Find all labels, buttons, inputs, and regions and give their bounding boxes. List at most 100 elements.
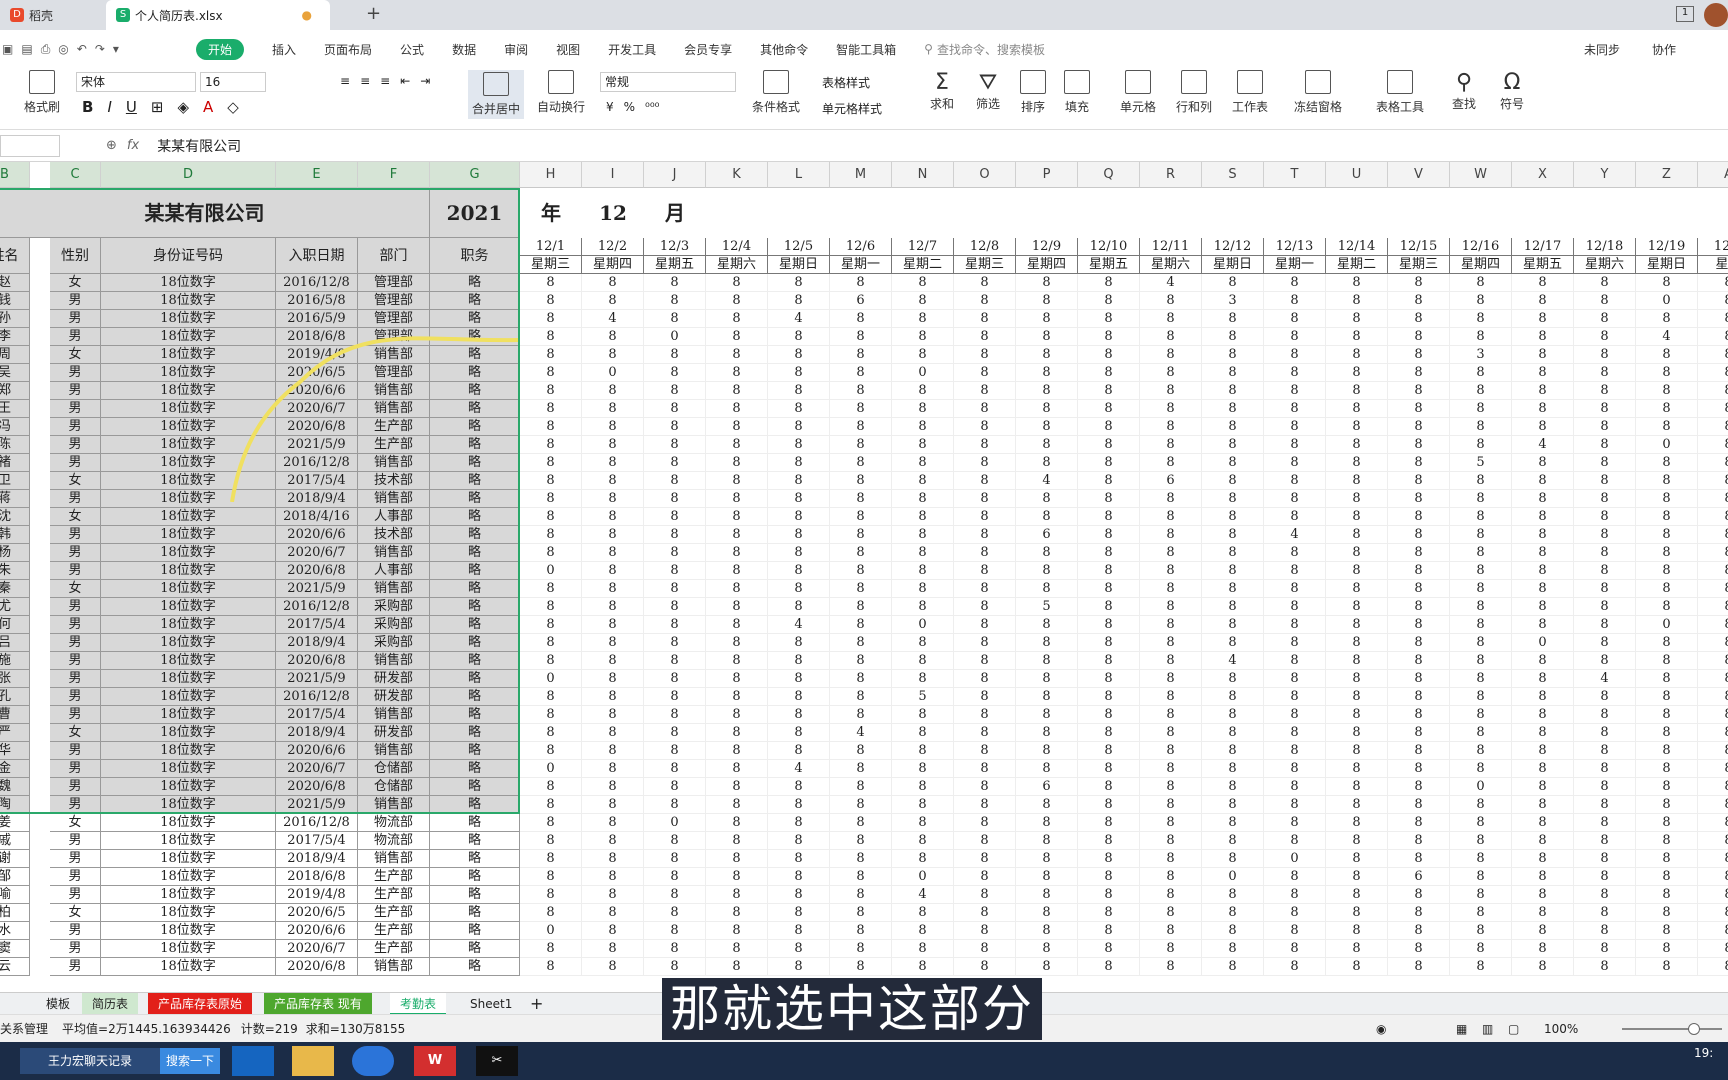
hour-cell[interactable]: 8 (1636, 742, 1698, 760)
hour-cell[interactable]: 8 (954, 796, 1016, 814)
hour-cell[interactable]: 8 (1698, 724, 1728, 742)
table-cell[interactable]: 2016/12/8 (276, 598, 358, 616)
hour-cell[interactable]: 8 (520, 274, 582, 292)
hour-cell[interactable]: 6 (1388, 868, 1450, 886)
hour-cell[interactable]: 8 (1388, 328, 1450, 346)
hour-cell[interactable]: 8 (1636, 310, 1698, 328)
date-header[interactable]: 12/6 (830, 238, 892, 256)
weekday-header[interactable]: 星期日 (1636, 256, 1698, 274)
percent-icon[interactable]: % (624, 100, 635, 114)
date-header[interactable]: 12/9 (1016, 238, 1078, 256)
hour-cell[interactable]: 8 (1016, 346, 1078, 364)
table-cell[interactable]: 孔 (0, 688, 30, 706)
hour-cell[interactable]: 8 (1574, 598, 1636, 616)
hour-cell[interactable]: 8 (954, 436, 1016, 454)
hour-cell[interactable]: 8 (1388, 346, 1450, 364)
hour-cell[interactable]: 8 (1202, 490, 1264, 508)
hour-cell[interactable]: 8 (520, 850, 582, 868)
hour-cell[interactable]: 8 (1264, 796, 1326, 814)
hour-cell[interactable]: 8 (768, 904, 830, 922)
hour-cell[interactable]: 8 (954, 958, 1016, 976)
hour-cell[interactable]: 8 (582, 868, 644, 886)
hour-cell[interactable]: 8 (644, 724, 706, 742)
hour-cell[interactable]: 8 (706, 778, 768, 796)
hour-cell[interactable]: 0 (520, 670, 582, 688)
hour-cell[interactable]: 8 (1698, 850, 1728, 868)
hour-cell[interactable]: 8 (1698, 652, 1728, 670)
hour-cell[interactable]: 8 (768, 436, 830, 454)
hour-cell[interactable]: 8 (706, 832, 768, 850)
hour-cell[interactable]: 8 (1512, 490, 1574, 508)
hour-cell[interactable]: 8 (1512, 598, 1574, 616)
table-cell[interactable]: 2016/5/9 (276, 310, 358, 328)
hour-cell[interactable]: 8 (1140, 616, 1202, 634)
weekday-header[interactable]: 星期一 (1264, 256, 1326, 274)
hour-cell[interactable]: 8 (1450, 382, 1512, 400)
hour-cell[interactable]: 6 (830, 292, 892, 310)
hour-cell[interactable]: 8 (892, 778, 954, 796)
table-cell[interactable]: 男 (50, 418, 101, 436)
hour-cell[interactable]: 8 (1140, 490, 1202, 508)
table-cell[interactable]: 略 (430, 724, 520, 742)
zoom-formula-icon[interactable]: ⊕ (106, 138, 117, 153)
column-header[interactable]: Q (1078, 162, 1140, 188)
hour-cell[interactable]: 8 (706, 364, 768, 382)
hour-cell[interactable]: 8 (706, 868, 768, 886)
hour-cell[interactable]: 8 (1326, 850, 1388, 868)
hour-cell[interactable]: 8 (1016, 328, 1078, 346)
hour-cell[interactable]: 8 (1140, 940, 1202, 958)
hour-cell[interactable]: 8 (1202, 508, 1264, 526)
hour-cell[interactable]: 8 (1512, 940, 1574, 958)
table-cell[interactable]: 生产部 (358, 940, 430, 958)
hour-cell[interactable]: 8 (768, 940, 830, 958)
hour-cell[interactable]: 8 (830, 418, 892, 436)
hour-cell[interactable]: 8 (892, 508, 954, 526)
hour-cell[interactable]: 8 (1388, 832, 1450, 850)
table-cell[interactable]: 生产部 (358, 868, 430, 886)
hour-cell[interactable]: 8 (768, 832, 830, 850)
table-cell[interactable]: 仓储部 (358, 778, 430, 796)
table-cell[interactable]: 物流部 (358, 832, 430, 850)
hour-cell[interactable]: 8 (830, 508, 892, 526)
hour-cell[interactable]: 8 (1512, 742, 1574, 760)
hour-cell[interactable]: 8 (1450, 436, 1512, 454)
hour-cell[interactable]: 8 (1264, 778, 1326, 796)
hour-cell[interactable]: 8 (1202, 904, 1264, 922)
wps-icon[interactable]: W (414, 1046, 456, 1076)
hour-cell[interactable]: 8 (1140, 310, 1202, 328)
weekday-header[interactable]: 星期一 (830, 256, 892, 274)
date-header[interactable]: 12/1 (520, 238, 582, 256)
hour-cell[interactable]: 8 (1264, 688, 1326, 706)
hour-cell[interactable]: 8 (520, 742, 582, 760)
hour-cell[interactable]: 8 (1140, 868, 1202, 886)
hour-cell[interactable]: 8 (954, 472, 1016, 490)
table-cell[interactable]: 张 (0, 670, 30, 688)
cell-style-button[interactable]: 单元格样式 (822, 100, 882, 117)
weekday-header[interactable]: 星期五 (1512, 256, 1574, 274)
table-cell[interactable]: 邹 (0, 868, 30, 886)
hour-cell[interactable]: 5 (1016, 598, 1078, 616)
hour-cell[interactable]: 8 (644, 850, 706, 868)
hour-cell[interactable]: 8 (644, 886, 706, 904)
table-cell[interactable]: 2020/6/7 (276, 760, 358, 778)
column-header[interactable]: S (1202, 162, 1264, 188)
table-cell[interactable]: 略 (430, 328, 520, 346)
table-cell[interactable]: 王 (0, 400, 30, 418)
hour-cell[interactable]: 8 (644, 760, 706, 778)
hour-cell[interactable]: 8 (706, 616, 768, 634)
hour-cell[interactable]: 8 (644, 580, 706, 598)
table-cell[interactable]: 略 (430, 940, 520, 958)
hour-cell[interactable]: 8 (520, 904, 582, 922)
weekday-header[interactable]: 星期六 (1140, 256, 1202, 274)
hour-cell[interactable]: 8 (1140, 580, 1202, 598)
table-cell[interactable]: 男 (50, 562, 101, 580)
hour-cell[interactable]: 8 (582, 922, 644, 940)
hour-cell[interactable]: 8 (768, 490, 830, 508)
hour-cell[interactable]: 8 (1202, 940, 1264, 958)
hour-cell[interactable]: 8 (1636, 868, 1698, 886)
hour-cell[interactable]: 8 (1140, 760, 1202, 778)
hour-cell[interactable]: 8 (1078, 724, 1140, 742)
hour-cell[interactable]: 8 (1574, 436, 1636, 454)
hour-cell[interactable]: 8 (582, 472, 644, 490)
hour-cell[interactable]: 8 (1450, 724, 1512, 742)
